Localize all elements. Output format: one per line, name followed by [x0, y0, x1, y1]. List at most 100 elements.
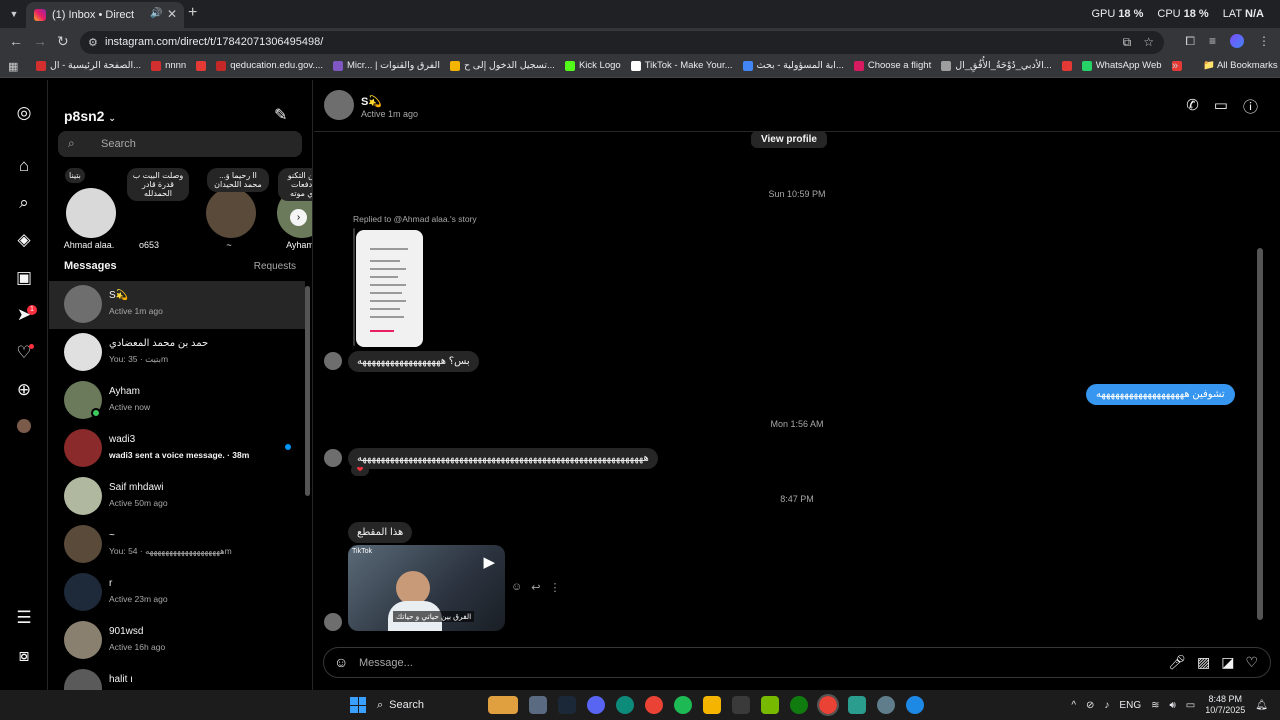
site-info-icon[interactable]: ⚙: [88, 36, 98, 49]
message-composer[interactable]: ☺ Message... 🎤︎ ▨ ◪ ♡: [323, 647, 1271, 678]
bookmark-item[interactable]: Kick Logo: [564, 60, 621, 71]
thread-row[interactable]: Saif mhdawi Active 50m ago: [49, 473, 305, 521]
nvidia-icon[interactable]: [761, 696, 779, 714]
thread-row[interactable]: S💫 Active 1m ago: [49, 281, 305, 329]
thread-row[interactable]: 901wsd Active 16h ago: [49, 617, 305, 665]
threads-app-icon[interactable]: ⧇: [14, 646, 34, 666]
camera-app-icon[interactable]: [529, 696, 547, 714]
create-plus-icon[interactable]: ⊕: [14, 380, 34, 400]
note-bubble[interactable]: وصلت البيت ب قدرة قادر الحمدلله: [127, 168, 189, 201]
profile-avatar-icon[interactable]: [1230, 34, 1244, 48]
bookmark-star-icon[interactable]: ☆: [1143, 35, 1154, 50]
bookmark-item[interactable]: Choose a flight: [853, 60, 931, 71]
shared-video-preview[interactable]: TikTok ▶ الفرق بين حياتي و حياتك: [348, 545, 505, 631]
file-explorer-icon[interactable]: [703, 696, 721, 714]
chat-avatar[interactable]: [324, 90, 354, 120]
spotify-icon[interactable]: [674, 696, 692, 714]
steam-icon[interactable]: [558, 696, 576, 714]
windows-start-icon[interactable]: [350, 697, 366, 713]
more-menu-icon[interactable]: ☰: [14, 608, 34, 628]
message-input[interactable]: Message...: [359, 657, 413, 669]
info-icon[interactable]: ⓘ: [1243, 96, 1258, 117]
xbox-icon[interactable]: [790, 696, 808, 714]
menu-kebab-icon[interactable]: ⋮: [1258, 34, 1270, 49]
thread-row[interactable]: حمد بن محمد المعضادي You: بتيت · 35m: [49, 329, 305, 377]
note-avatar[interactable]: [206, 188, 256, 238]
emoji-icon[interactable]: ☺: [334, 654, 348, 670]
copilot-icon[interactable]: [906, 696, 924, 714]
notifications-icon[interactable]: 🔔︎: [1255, 700, 1268, 711]
bookmark-item[interactable]: الأدبي_دُوْحَةُ_الأُفُقِ_ال...: [941, 60, 1052, 71]
chrome-icon[interactable]: [645, 696, 663, 714]
story-thumbnail[interactable]: [356, 230, 423, 347]
image-icon[interactable]: ▨: [1197, 654, 1210, 671]
settings-icon[interactable]: [877, 696, 895, 714]
thread-row[interactable]: Ayham Active now: [49, 377, 305, 425]
media-control-icon[interactable]: ≡: [1209, 34, 1216, 49]
chrome-active-icon[interactable]: [817, 694, 839, 716]
volume-icon[interactable]: 🔊︎: [1169, 700, 1175, 711]
search-input[interactable]: ⌕ Search: [58, 131, 302, 157]
install-app-icon[interactable]: ⧉: [1123, 35, 1132, 50]
weather-widget-icon[interactable]: [488, 696, 518, 714]
app-icon[interactable]: [848, 696, 866, 714]
reels-icon[interactable]: ▣: [14, 268, 34, 288]
discord-icon[interactable]: [587, 696, 605, 714]
microphone-icon[interactable]: 🎤︎: [1168, 654, 1186, 671]
bookmarks-overflow-button[interactable]: »: [1172, 60, 1178, 72]
heart-icon[interactable]: ♡: [1245, 654, 1258, 671]
heart-reaction-icon[interactable]: ❤: [351, 464, 369, 476]
browser-tab-inbox[interactable]: (1) Inbox • Direct 🔊 ✕: [26, 2, 184, 28]
play-icon[interactable]: ▶: [483, 553, 495, 571]
forward-arrow-icon[interactable]: →: [33, 33, 47, 49]
message-bubble-incoming[interactable]: بس؟ ههههههههههههههههههه: [348, 351, 479, 372]
account-switcher[interactable]: p8sn2 ⌄: [64, 108, 116, 124]
extensions-icon[interactable]: ⧠: [1185, 34, 1195, 49]
bookmark-item[interactable]: [1061, 60, 1072, 71]
url-text[interactable]: instagram.com/direct/t/17842071306495498…: [105, 36, 323, 48]
chat-username[interactable]: S💫: [361, 95, 382, 108]
note-avatar[interactable]: [66, 188, 116, 238]
chat-scrollbar[interactable]: [1257, 248, 1263, 620]
microphone-icon[interactable]: ♪: [1104, 700, 1109, 711]
taskbar-search[interactable]: ⌕ Search: [377, 695, 477, 715]
message-bubble-incoming[interactable]: هذا المقطع: [348, 522, 413, 543]
network-off-icon[interactable]: ⊘: [1086, 700, 1094, 711]
all-bookmarks-button[interactable]: 📁 All Bookmarks: [1203, 60, 1278, 71]
note-bubble[interactable]: بتينا: [65, 168, 85, 183]
note-bubble[interactable]: II رحيما وَ... محمد اللحيدان: [207, 168, 269, 192]
bookmark-item[interactable]: ابة المسؤولية - بحث...: [742, 60, 844, 71]
requests-link[interactable]: Requests: [254, 261, 296, 272]
apps-grid-icon[interactable]: ▦: [8, 60, 18, 73]
reply-icon[interactable]: ↩: [531, 581, 540, 594]
address-bar[interactable]: ⚙ instagram.com/direct/t/178420713064954…: [80, 31, 1164, 54]
video-call-icon[interactable]: ▭: [1214, 96, 1228, 117]
view-profile-button[interactable]: View profile: [751, 131, 827, 148]
edge-icon[interactable]: [616, 696, 634, 714]
bookmark-item[interactable]: [196, 60, 207, 71]
thread-row[interactable]: r Active 23m ago: [49, 569, 305, 617]
speaker-icon[interactable]: 🔊: [150, 8, 162, 19]
clock[interactable]: 8:48 PM 10/7/2025: [1205, 694, 1245, 716]
sticker-icon[interactable]: ◪: [1221, 654, 1234, 671]
thread-row[interactable]: halit ı: [49, 665, 305, 690]
battery-icon[interactable]: ▭: [1186, 700, 1195, 711]
note-bubble[interactable]: ض من التكنو تقوا دفعات موازي موته: [278, 168, 312, 201]
wifi-icon[interactable]: ≋: [1151, 700, 1159, 711]
bookmark-item[interactable]: تسجيل الدخول إلى ح...: [450, 60, 555, 71]
reload-icon[interactable]: ↻: [57, 33, 69, 50]
new-tab-button[interactable]: +: [188, 4, 197, 22]
profile-avatar[interactable]: [17, 419, 31, 433]
close-tab-icon[interactable]: ✕: [167, 7, 177, 21]
message-bubble-incoming[interactable]: هههههههههههههههههههههههههههههههههههههههه…: [348, 448, 658, 469]
bookmark-item[interactable]: الصفحة الرئيسية - ال...: [36, 60, 141, 71]
bookmark-item[interactable]: Micr... | الفرق والقنوات: [333, 60, 440, 71]
explore-icon[interactable]: ◈: [14, 230, 34, 250]
thread-row[interactable]: wadi3 wadi3 sent a voice message. · 38m: [49, 425, 305, 473]
more-options-icon[interactable]: ⋮: [549, 581, 560, 594]
bookmark-item[interactable]: TikTok - Make Your...: [630, 60, 733, 71]
compose-message-icon[interactable]: ✎: [274, 105, 287, 125]
thread-row[interactable]: ~ You: هههههههههههههههههههه · 54m: [49, 521, 305, 569]
search-icon[interactable]: ⌕: [14, 193, 34, 213]
store-icon[interactable]: [732, 696, 750, 714]
